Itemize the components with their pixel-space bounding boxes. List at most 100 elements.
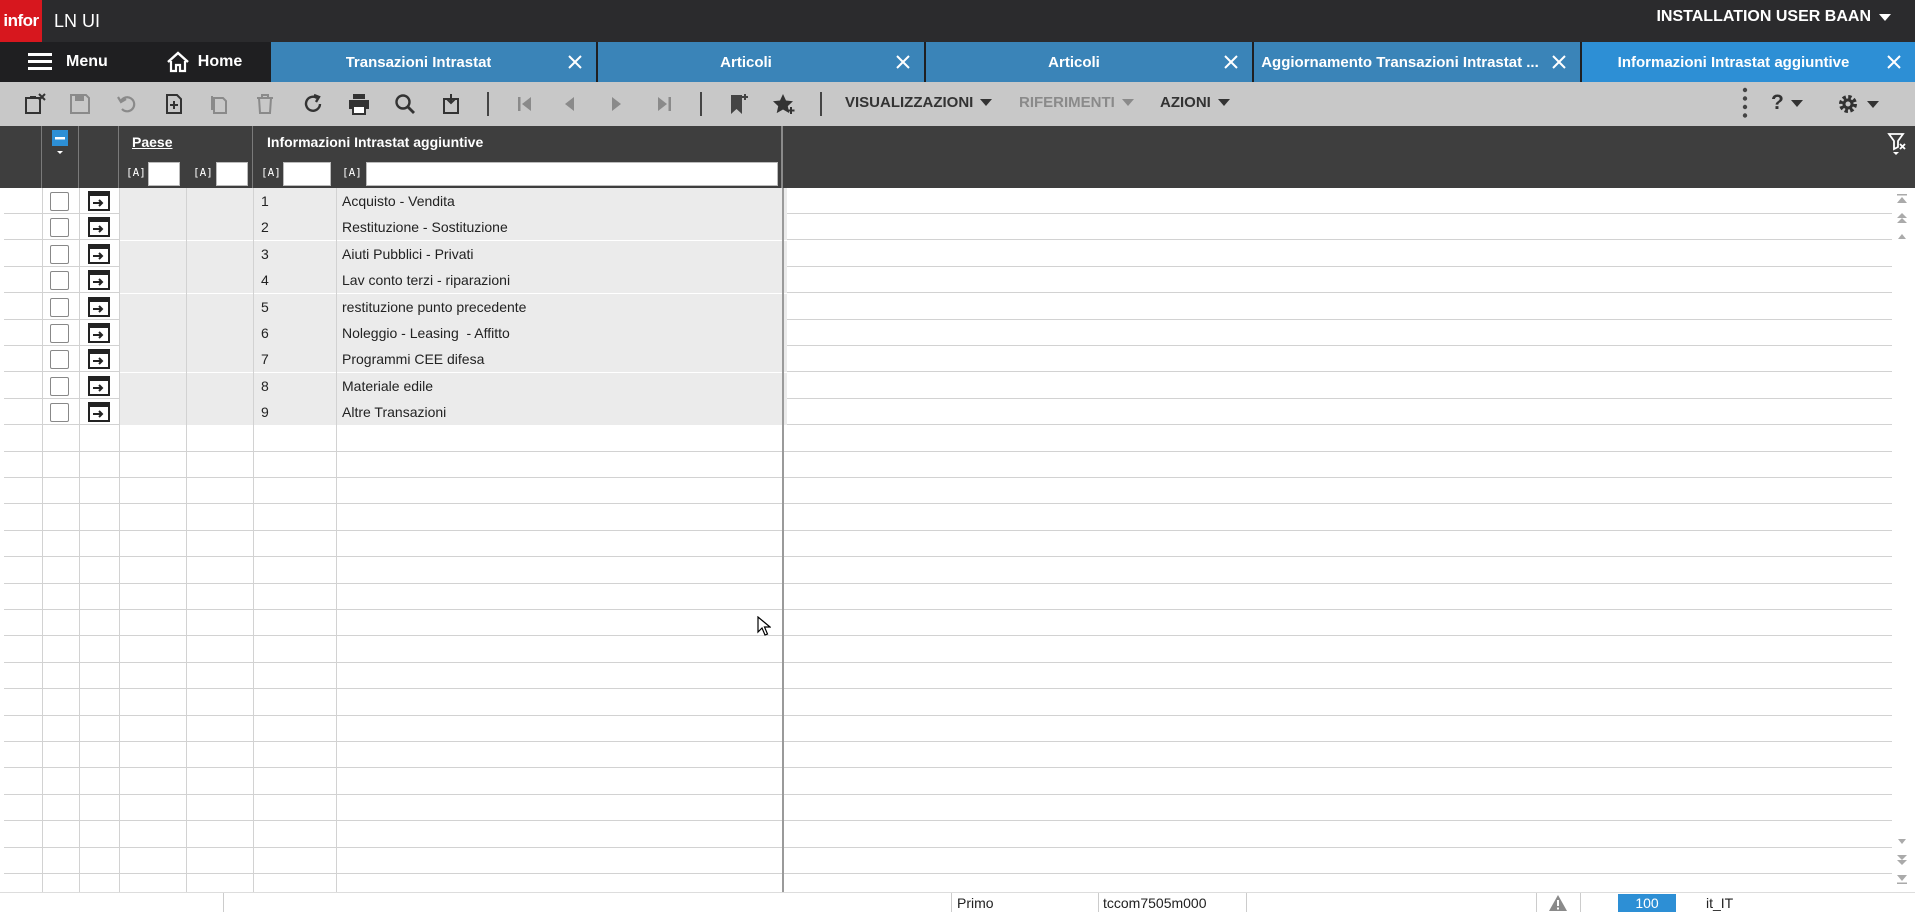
row-checkbox[interactable] (50, 376, 69, 396)
actions-menu[interactable]: AZIONI (1160, 94, 1230, 111)
table-row[interactable]: 8 Materiale edile (4, 372, 1892, 399)
country-filter-input-1[interactable] (148, 162, 180, 186)
tab-aggiornamento-transazioni[interactable]: Aggiornamento Transazioni Intrastat ... (1254, 42, 1580, 82)
new-record-button[interactable] (160, 90, 188, 118)
empty-row (4, 505, 1892, 531)
table-row[interactable]: 6 Noleggio - Leasing - Affitto (4, 320, 1892, 346)
views-menu-label: VISUALIZZAZIONI (845, 94, 974, 111)
row-checkbox[interactable] (50, 271, 69, 291)
delete-record-button[interactable] (21, 90, 49, 118)
first-icon (518, 97, 531, 111)
help-menu[interactable]: ? (1771, 91, 1803, 115)
menu-button[interactable]: Menu (0, 42, 137, 82)
tab-informazioni-intrastat[interactable]: Informazioni Intrastat aggiuntive (1582, 42, 1915, 82)
settings-menu[interactable] (1836, 92, 1879, 116)
add-bookmark-button[interactable] (724, 90, 752, 118)
row-checkbox[interactable] (50, 192, 69, 211)
country-column-title[interactable]: Paese (132, 134, 172, 150)
home-button[interactable]: Home (139, 42, 269, 82)
open-record-icon[interactable] (88, 375, 110, 396)
scroll-page-down-icon[interactable] (1894, 852, 1910, 868)
chevron-down-icon (1217, 99, 1230, 106)
warning-icon[interactable] (1548, 894, 1568, 912)
delete-button[interactable] (251, 90, 279, 118)
scroll-up-icon[interactable] (1894, 228, 1910, 244)
menu-label: Menu (66, 53, 108, 70)
close-icon[interactable] (1222, 53, 1240, 71)
country-filter-input-2[interactable] (216, 162, 248, 186)
status-separator (1246, 893, 1247, 912)
row-checkbox[interactable] (50, 324, 69, 343)
filter-clear-icon[interactable] (1887, 132, 1907, 156)
row-checkbox[interactable] (50, 350, 69, 370)
status-separator (1580, 893, 1581, 912)
table-row[interactable]: 3 Aiuti Pubblici - Privati (4, 240, 1892, 267)
copy-record-button[interactable] (205, 90, 233, 118)
scroll-bottom-icon[interactable] (1894, 870, 1910, 886)
tab-articoli-2[interactable]: Articoli (926, 42, 1252, 82)
table-row[interactable]: 2 Restituzione - Sostituzione (4, 214, 1892, 241)
mouse-cursor-icon (757, 616, 771, 636)
save-button[interactable] (66, 90, 94, 118)
zoom-level[interactable]: 100 (1618, 894, 1676, 912)
overflow-menu-button[interactable] (1731, 87, 1759, 118)
save-icon (70, 94, 90, 114)
first-record-button[interactable] (511, 90, 539, 118)
description-filter-input[interactable] (366, 162, 778, 186)
print-button[interactable] (345, 90, 373, 118)
scroll-top-icon[interactable] (1894, 192, 1910, 208)
actions-menu-label: AZIONI (1160, 94, 1211, 111)
home-icon (166, 51, 189, 73)
open-record-icon[interactable] (88, 296, 110, 317)
open-record-icon[interactable] (88, 270, 110, 291)
row-checkbox[interactable] (50, 244, 69, 264)
empty-row (4, 558, 1892, 584)
table-row[interactable]: 9 Altre Transazioni (4, 399, 1892, 426)
close-icon[interactable] (1885, 53, 1903, 71)
row-checkbox[interactable] (50, 218, 69, 238)
open-record-icon[interactable] (88, 217, 110, 238)
row-checkbox[interactable] (50, 403, 69, 423)
references-menu[interactable]: RIFERIMENTI (1019, 94, 1134, 111)
scroll-down-icon[interactable] (1894, 834, 1910, 850)
close-icon[interactable] (1550, 53, 1568, 71)
tab-transazioni-intrastat[interactable]: Transazioni Intrastat (271, 42, 596, 82)
empty-row (4, 716, 1892, 742)
table-row[interactable]: 4 Lav conto terzi - riparazioni (4, 267, 1892, 294)
close-icon[interactable] (566, 53, 584, 71)
tab-articoli-1[interactable]: Articoli (598, 42, 924, 82)
next-record-button[interactable] (602, 90, 630, 118)
last-record-button[interactable] (650, 90, 678, 118)
empty-row (4, 426, 1892, 452)
refresh-button[interactable] (299, 90, 327, 118)
open-record-icon[interactable] (88, 243, 110, 264)
open-record-icon[interactable] (88, 323, 110, 343)
row-fill (119, 372, 787, 399)
scroll-page-up-icon[interactable] (1894, 210, 1910, 226)
previous-record-button[interactable] (556, 90, 584, 118)
tab-label: Aggiornamento Transazioni Intrastat ... (1261, 53, 1539, 71)
row-description: Aiuti Pubblici - Privati (342, 245, 474, 262)
find-record-button[interactable] (437, 90, 465, 118)
tab-label: Transazioni Intrastat (345, 53, 492, 71)
open-record-icon[interactable] (88, 402, 110, 423)
table-row[interactable]: 1 Acquisto - Vendita (4, 188, 1892, 214)
table-row[interactable]: 5 restituzione punto precedente (4, 293, 1892, 320)
user-menu[interactable]: INSTALLATION USER BAAN (1656, 8, 1891, 26)
filter-tag: [A] (126, 166, 146, 179)
undo-button[interactable] (113, 90, 141, 118)
close-icon[interactable] (894, 53, 912, 71)
open-record-icon[interactable] (88, 349, 110, 370)
column-divider (782, 188, 784, 892)
tab-label: Articoli (720, 53, 772, 71)
table-row[interactable]: 7 Programmi CEE difesa (4, 346, 1892, 373)
code-filter-input[interactable] (283, 162, 331, 186)
row-checkbox[interactable] (50, 297, 69, 317)
search-button[interactable] (391, 90, 419, 118)
empty-row (4, 637, 1892, 663)
open-record-icon[interactable] (88, 191, 110, 211)
select-all-toggle-icon[interactable] (52, 130, 68, 156)
favorites-button[interactable] (770, 90, 798, 118)
row-description: Acquisto - Vendita (342, 193, 455, 209)
views-menu[interactable]: VISUALIZZAZIONI (845, 94, 993, 111)
